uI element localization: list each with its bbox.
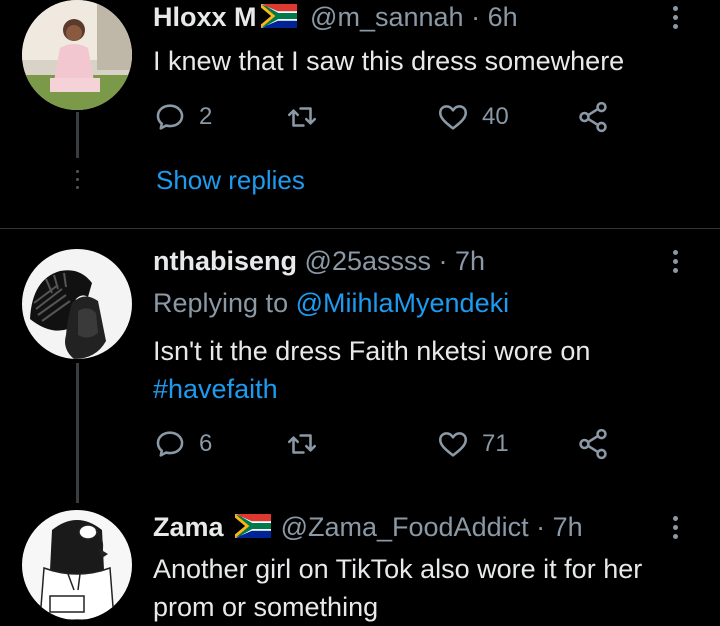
avatar[interactable] [22, 510, 132, 620]
handle[interactable]: @Zama_FoodAddict [281, 512, 529, 542]
south-africa-flag-icon [260, 4, 297, 28]
heart-icon [438, 432, 468, 457]
tweet-text-line: Another girl on TikTok also wore it for … [153, 554, 643, 584]
more-icon[interactable] [672, 250, 680, 277]
tweet-text: I knew that I saw this dress somewhere [153, 42, 624, 80]
handle[interactable]: @25assss [305, 246, 431, 276]
action-bar: 2 40 [153, 97, 623, 137]
reply-button[interactable]: 2 [153, 97, 212, 137]
handle[interactable]: @m_sannah [310, 2, 464, 32]
tweet-header: Zama @Zama_FoodAddict · 7h [153, 512, 583, 543]
display-name[interactable]: Zama [153, 512, 224, 542]
thread-dot [76, 178, 79, 181]
like-button[interactable]: 71 [436, 424, 509, 464]
reply-count: 2 [199, 103, 213, 130]
reply-icon [156, 431, 184, 457]
more-icon[interactable] [672, 516, 680, 543]
like-count: 71 [482, 430, 509, 457]
timestamp[interactable]: 6h [488, 2, 518, 32]
tweet-text-line: prom or something [153, 592, 379, 622]
tweet-text-hashtag-line: #havefaith [153, 370, 278, 408]
separator: · [471, 2, 481, 32]
reply-count: 6 [199, 430, 213, 457]
reply-icon [156, 104, 184, 130]
reply-button[interactable]: 6 [153, 424, 212, 464]
separator: · [438, 246, 448, 276]
timestamp[interactable]: 7h [455, 246, 485, 276]
like-button[interactable]: 40 [436, 97, 509, 137]
tweet-text: Another girl on TikTok also wore it for … [153, 550, 642, 626]
retweet-button[interactable] [285, 424, 331, 464]
tweet-nthabiseng[interactable]: nthabiseng @25assss · 7h Replying to @Mi… [0, 229, 720, 503]
thread-dot [76, 186, 79, 189]
share-icon [579, 428, 607, 460]
share-button[interactable] [576, 97, 610, 137]
display-name[interactable]: Hloxx M [153, 2, 257, 32]
separator: · [536, 512, 546, 542]
hashtag-link[interactable]: #havefaith [153, 374, 278, 404]
action-bar: 6 71 [153, 424, 623, 464]
retweet-button[interactable] [285, 97, 331, 137]
tweet-text: Isn't it the dress Faith nketsi wore on [153, 332, 590, 370]
show-replies-link[interactable]: Show replies [156, 161, 305, 199]
retweet-icon [287, 107, 317, 127]
replying-prefix: Replying to [153, 288, 289, 318]
tweet-header: nthabiseng @25assss · 7h [153, 246, 485, 277]
more-icon[interactable] [672, 6, 680, 33]
thread-dot [76, 170, 79, 173]
tweet-header: Hloxx M @m_sannah · 6h [153, 2, 518, 33]
avatar[interactable] [22, 249, 132, 359]
tweet-hloxx[interactable]: Hloxx M @m_sannah · 6h I knew that I saw… [0, 0, 720, 228]
retweet-icon [287, 434, 317, 454]
like-count: 40 [482, 103, 509, 130]
display-name[interactable]: nthabiseng [153, 246, 297, 276]
tweet-text-line: I knew that I saw this dress somewhere [153, 46, 625, 76]
tweet-text-line: Isn't it the dress Faith nketsi wore on [153, 336, 591, 366]
timestamp[interactable]: 7h [553, 512, 583, 542]
replying-to: Replying to @MiihlaMyendeki [153, 284, 509, 322]
south-africa-flag-icon [235, 514, 272, 538]
replying-to-link[interactable]: @MiihlaMyendeki [296, 288, 509, 318]
tweet-zama[interactable]: Zama @Zama_FoodAddict · 7h Another girl … [0, 497, 720, 626]
avatar[interactable] [22, 0, 132, 110]
thread-line [76, 363, 79, 503]
heart-icon [438, 105, 468, 130]
share-icon [579, 101, 607, 133]
thread-line [76, 112, 79, 158]
share-button[interactable] [576, 424, 610, 464]
